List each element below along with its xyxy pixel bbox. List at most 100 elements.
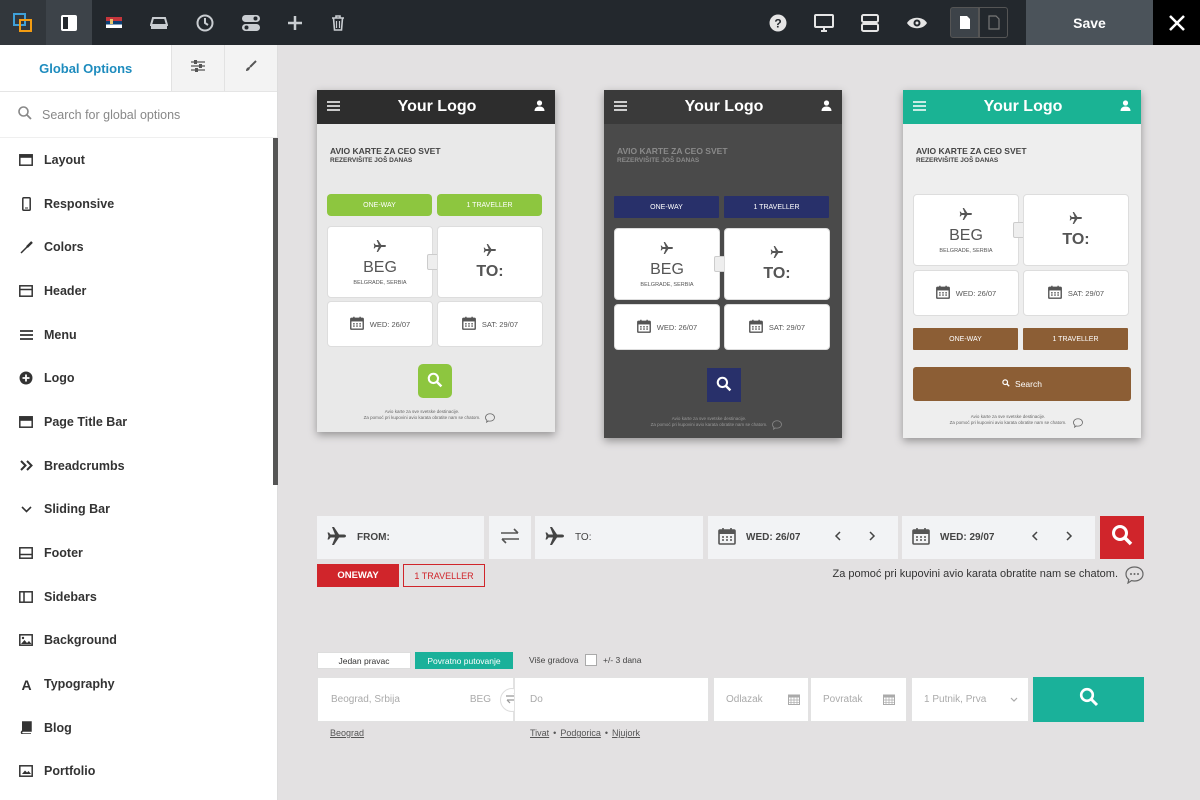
layout-icon[interactable] [854, 0, 886, 45]
return-date[interactable]: SAT: 29/07 [1023, 270, 1129, 316]
suggested-from-link[interactable]: Beograd [330, 728, 364, 738]
hamburger-icon[interactable] [913, 98, 926, 116]
tab-one-way[interactable]: Jedan pravac [317, 652, 411, 669]
serbia-flag-icon[interactable] [92, 0, 136, 45]
tab-design[interactable] [224, 45, 277, 91]
sidebar-item-sliding-bar[interactable]: Sliding Bar [0, 488, 277, 532]
search-button[interactable] [707, 368, 741, 402]
return-date[interactable]: SAT: 29/07 [437, 301, 543, 347]
multi-city-label[interactable]: Više gradova [529, 655, 578, 665]
plus-icon[interactable] [274, 0, 316, 45]
help-icon[interactable]: ? [763, 0, 793, 45]
destination-link[interactable]: Tivat [530, 728, 549, 738]
departure-date[interactable]: WED: 26/07 [913, 270, 1019, 316]
search-placeholder: Search for global options [42, 107, 181, 122]
from-field[interactable]: FROM: [317, 516, 484, 559]
search-button[interactable] [1033, 677, 1144, 722]
destination-link[interactable]: Njujork [612, 728, 640, 738]
search-button[interactable] [1100, 516, 1144, 559]
traveller-button[interactable]: 1 TRAVELLER [724, 196, 829, 218]
sidebar-panel-icon[interactable] [46, 0, 92, 45]
drive-icon[interactable] [136, 0, 182, 45]
eye-icon[interactable] [902, 0, 932, 45]
sidebar-item-layout[interactable]: Layout [0, 138, 277, 182]
passengers-select[interactable]: 1 Putnik, Prva [911, 677, 1029, 722]
traveller-button[interactable]: 1 TRAVELLER [437, 194, 542, 216]
to-card[interactable]: TO: [1023, 194, 1129, 266]
chat-bubble-icon[interactable] [1073, 415, 1083, 433]
to-card[interactable]: TO: [437, 226, 543, 298]
fusion-logo-icon[interactable] [0, 0, 46, 45]
user-icon[interactable] [534, 98, 545, 116]
swap-button[interactable] [489, 516, 531, 559]
desktop-icon[interactable] [808, 0, 840, 45]
departure-date[interactable]: WED: 26/07 [614, 304, 720, 350]
sidebar-item-menu[interactable]: Menu [0, 313, 277, 357]
tab-round-trip[interactable]: Povratno putovanje [415, 652, 513, 669]
history-icon[interactable] [182, 0, 228, 45]
search-button[interactable] [418, 364, 452, 398]
close-icon[interactable] [1153, 0, 1200, 45]
destination-link[interactable]: Podgorica [560, 728, 601, 738]
traveller-button[interactable]: 1 TRAVELLER [1023, 328, 1128, 350]
chat-bubble-icon[interactable] [772, 417, 782, 435]
oneway-button[interactable]: ONE-WAY [614, 196, 719, 218]
chat-bubble-icon[interactable] [485, 410, 495, 428]
return-date-text: SAT: 29/07 [768, 322, 806, 332]
return-date-input[interactable]: Povratak [810, 677, 907, 722]
user-icon[interactable] [1120, 98, 1131, 116]
from-card[interactable]: BEG BELGRADE, SERBIA [913, 194, 1019, 266]
plane-icon [373, 239, 387, 257]
from-card[interactable]: BEG BELGRADE, SERBIA [327, 226, 433, 298]
oneway-button[interactable]: ONEWAY [317, 564, 399, 587]
global-options-search[interactable]: Search for global options [0, 92, 277, 138]
hamburger-icon[interactable] [614, 98, 627, 116]
oneway-button[interactable]: ONE-WAY [913, 328, 1018, 350]
chevron-left-icon[interactable] [1021, 531, 1048, 544]
sidebar-item-portfolio[interactable]: Portfolio [0, 750, 277, 794]
trash-icon[interactable] [316, 0, 360, 45]
sidebar-item-footer[interactable]: Footer [0, 531, 277, 575]
from-card[interactable]: BEG BELGRADE, SERBIA [614, 228, 720, 300]
sliders-icon [191, 59, 206, 77]
departure-date-input[interactable]: Odlazak [713, 677, 809, 722]
tab-global-options[interactable]: Global Options [0, 45, 172, 91]
search-button[interactable]: Search [913, 367, 1131, 401]
oneway-button[interactable]: ONE-WAY [327, 194, 432, 216]
sidebar-item-breadcrumbs[interactable]: Breadcrumbs [0, 444, 277, 488]
sidebar-item-colors[interactable]: Colors [0, 225, 277, 269]
sidebar-item-logo[interactable]: Logo [0, 356, 277, 400]
chevron-right-icon[interactable] [1056, 531, 1083, 544]
departure-date-field[interactable]: WED: 26/07 [708, 516, 898, 559]
return-date-field[interactable]: WED: 29/07 [902, 516, 1095, 559]
sidebar-item-label: Logo [44, 371, 75, 386]
save-button[interactable]: Save [1026, 0, 1153, 45]
sidebar-item-background[interactable]: Background [0, 619, 277, 663]
sidebar-item-typography[interactable]: A Typography [0, 662, 277, 706]
chat-bubble-icon[interactable] [1125, 566, 1144, 589]
sidebar-item-blog[interactable]: Blog [0, 706, 277, 750]
to-field[interactable]: TO: [535, 516, 703, 559]
to-label: TO: [1062, 231, 1090, 248]
sidebar-item-header[interactable]: Header [0, 269, 277, 313]
user-icon[interactable] [821, 98, 832, 116]
tab-settings[interactable] [171, 45, 225, 91]
double-chevron-icon [18, 458, 34, 474]
page-icon[interactable] [950, 7, 979, 38]
toggles-icon[interactable] [228, 0, 274, 45]
sidebar-item-sidebars[interactable]: Sidebars [0, 575, 277, 619]
scrollbar[interactable] [273, 138, 278, 485]
sidebar-item-responsive[interactable]: Responsive [0, 182, 277, 226]
sidebar-item-page-title-bar[interactable]: Page Title Bar [0, 400, 277, 444]
to-card[interactable]: TO: [724, 228, 830, 300]
from-city-input[interactable]: Beograd, Srbija BEG [317, 677, 514, 722]
chevron-right-icon[interactable] [859, 531, 886, 544]
return-date[interactable]: SAT: 29/07 [724, 304, 830, 350]
flexible-dates-checkbox[interactable] [585, 654, 597, 666]
traveller-button[interactable]: 1 TRAVELLER [403, 564, 485, 587]
hamburger-icon[interactable] [327, 98, 340, 116]
departure-date[interactable]: WED: 26/07 [327, 301, 433, 347]
page-outline-icon[interactable] [979, 7, 1008, 38]
to-city-input[interactable]: Do [514, 677, 709, 722]
chevron-left-icon[interactable] [824, 531, 851, 544]
